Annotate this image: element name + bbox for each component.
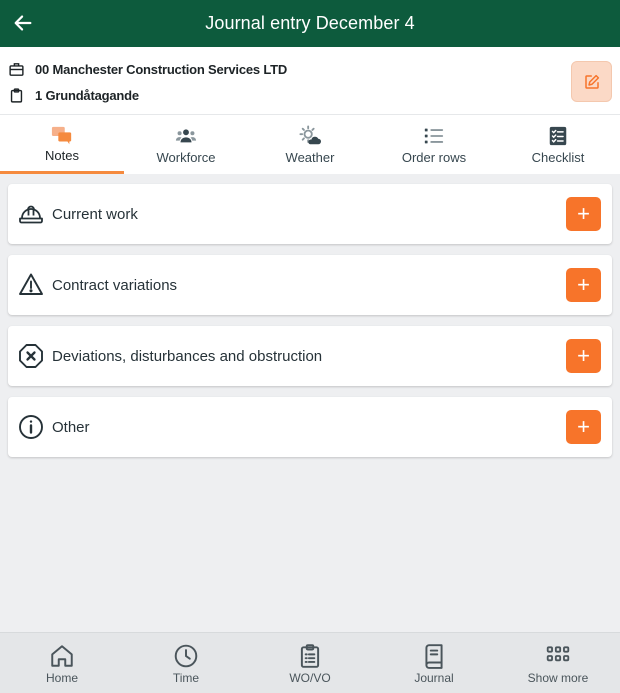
clock-icon [174,644,198,668]
back-button[interactable] [10,10,36,36]
grid-icon [546,646,570,662]
info-icon [19,415,43,439]
entry-info: 00 Manchester Construction Services LTD … [0,47,620,115]
bottom-nav: Home Time WO/VO Journal Show more [0,632,620,693]
tab-notes[interactable]: Notes [0,115,124,174]
briefcase-icon [9,63,24,76]
nav-home-label: Home [45,671,78,685]
warning-icon-wrap [18,272,44,298]
nav-wo-vo[interactable]: WO/VO [248,633,372,693]
checklist-icon [549,126,567,146]
project-name: 1 Grundåtagande [35,88,139,103]
octagon-x-icon [19,344,43,368]
nav-journal[interactable]: Journal [372,633,496,693]
arrow-left-icon [14,15,32,31]
nav-wo-vo-label: WO/VO [289,671,331,685]
add-contract-variation-button[interactable]: + [566,268,601,302]
clipboard-icon [10,88,23,103]
section-label: Current work [52,205,138,223]
project-row: 1 Grundåtagande [8,87,139,104]
add-other-button[interactable]: + [566,410,601,444]
section-current-work[interactable]: Current work + [8,184,612,244]
hard-hat-icon-wrap [18,201,44,227]
section-contract-variations[interactable]: Contract variations + [8,255,612,315]
page-title: Journal entry December 4 [205,13,415,33]
weather-icon [299,125,321,145]
people-icon [175,129,197,143]
tab-bar: Notes Workforce Weather Order rows Check… [0,115,620,174]
tab-notes-label: Notes [45,148,79,163]
section-label: Deviations, disturbances and obstruction [52,347,323,365]
tab-weather-label: Weather [285,150,335,165]
chat-icon [51,126,72,145]
book-icon [425,644,443,669]
tab-order-rows-label: Order rows [401,150,467,165]
section-label: Contract variations [52,276,178,294]
nav-home[interactable]: Home [0,633,124,693]
tab-checklist-label: Checklist [531,150,585,165]
edit-icon [584,74,599,89]
tab-workforce-label: Workforce [156,150,216,165]
nav-time-label: Time [172,671,200,685]
section-deviations[interactable]: Deviations, disturbances and obstruction… [8,326,612,386]
add-current-work-button[interactable]: + [566,197,601,231]
hard-hat-icon [19,205,43,224]
nav-show-more[interactable]: Show more [496,633,620,693]
tab-weather[interactable]: Weather [248,115,372,174]
company-name: 00 Manchester Construction Services LTD [35,62,288,77]
nav-journal-label: Journal [414,671,454,685]
info-icon-wrap [18,414,44,440]
notes-sections: Current work + Contract variations + Dev… [8,184,612,468]
octagon-x-icon-wrap [18,343,44,369]
company-row: 00 Manchester Construction Services LTD [8,61,287,78]
tab-checklist[interactable]: Checklist [496,115,620,174]
tab-workforce[interactable]: Workforce [124,115,248,174]
section-label: Other [52,418,90,436]
clipboard-icon [300,644,320,668]
warning-icon [19,273,43,295]
add-deviation-button[interactable]: + [566,339,601,373]
nav-time[interactable]: Time [124,633,248,693]
list-icon [424,128,444,144]
section-other[interactable]: Other + [8,397,612,457]
top-bar: Journal entry December 4 [0,0,620,47]
edit-button[interactable] [571,61,612,102]
nav-show-more-label: Show more [527,671,589,685]
tab-order-rows[interactable]: Order rows [372,115,496,174]
home-icon [51,645,73,667]
